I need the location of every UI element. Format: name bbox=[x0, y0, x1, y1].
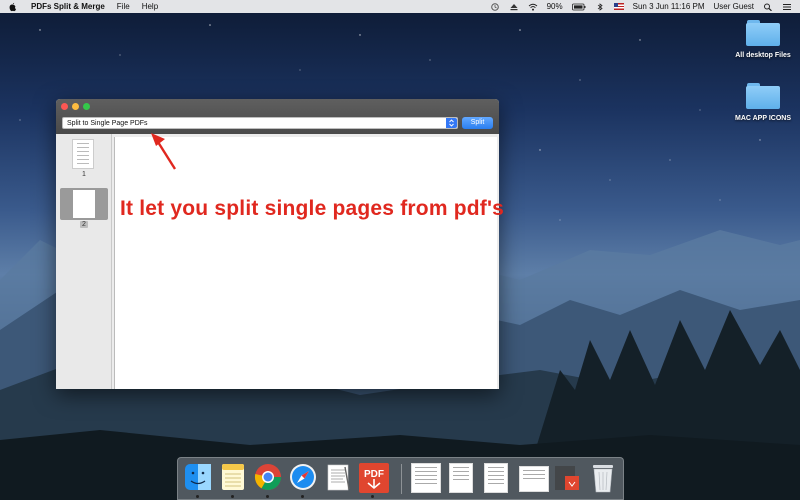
close-button[interactable] bbox=[61, 103, 68, 110]
bluetooth-icon[interactable] bbox=[595, 2, 605, 11]
annotation-arrow-icon bbox=[151, 133, 177, 170]
split-mode-value: Split to Single Page PDFs bbox=[67, 120, 148, 127]
battery-percent: 90% bbox=[546, 2, 563, 11]
document-icon bbox=[411, 463, 441, 493]
page-number-1: 1 bbox=[82, 171, 86, 178]
running-indicator bbox=[266, 495, 269, 498]
desktop-icon-label: MAC APP ICONS bbox=[734, 115, 791, 122]
running-indicator bbox=[301, 495, 304, 498]
dock-divider bbox=[401, 464, 402, 494]
desktop-icon-all-files[interactable]: All desktop Files bbox=[728, 20, 798, 59]
desktop-icon-label: All desktop Files bbox=[735, 52, 791, 59]
minimize-button[interactable] bbox=[72, 103, 79, 110]
split-mode-select[interactable]: Split to Single Page PDFs bbox=[62, 117, 458, 129]
annotation-text: It let you split single pages from pdf's bbox=[120, 197, 505, 220]
page-thumbnail-1[interactable] bbox=[72, 139, 94, 169]
apple-icon[interactable] bbox=[8, 2, 17, 12]
page-thumbnail-2 bbox=[73, 190, 95, 218]
chevron-up-down-icon bbox=[446, 118, 457, 128]
folder-icon bbox=[746, 20, 780, 46]
safari-icon bbox=[290, 464, 316, 490]
running-indicator bbox=[371, 495, 374, 498]
timemachine-icon[interactable] bbox=[490, 2, 500, 11]
dock-document-3[interactable] bbox=[481, 462, 511, 494]
trash-icon bbox=[593, 465, 613, 493]
menu-app-name[interactable]: PDFs Split & Merge bbox=[31, 2, 105, 11]
menu-datetime[interactable]: Sun 3 Jun 11:16 PM bbox=[633, 2, 705, 11]
folder-icon bbox=[746, 83, 780, 109]
document-icon bbox=[449, 463, 473, 493]
pdf-preview-area[interactable] bbox=[114, 137, 497, 389]
menu-help[interactable]: Help bbox=[142, 2, 158, 11]
split-button[interactable]: Split bbox=[462, 117, 493, 129]
pdf-split-merge-icon: PDF bbox=[359, 463, 389, 493]
spotlight-search-icon[interactable] bbox=[763, 3, 773, 11]
pdf-app-label: PDF bbox=[364, 469, 384, 480]
page-number-2: 2 bbox=[56, 221, 112, 228]
wifi-icon[interactable] bbox=[528, 3, 538, 11]
desktop-icon-mac-app-icons[interactable]: MAC APP ICONS bbox=[728, 83, 798, 122]
dock: PDF bbox=[177, 457, 624, 500]
menu-user[interactable]: User Guest bbox=[714, 2, 754, 11]
preview-icon bbox=[519, 466, 549, 492]
dock-safari[interactable] bbox=[288, 462, 318, 498]
eject-icon[interactable] bbox=[509, 3, 519, 11]
menu-file[interactable]: File bbox=[117, 2, 130, 11]
dock-pdf-split-merge[interactable]: PDF bbox=[358, 462, 389, 498]
notes-icon bbox=[222, 464, 244, 490]
finder-icon bbox=[185, 464, 211, 490]
document-icon bbox=[484, 463, 508, 493]
dock-document-1[interactable] bbox=[408, 462, 441, 494]
dock-preview[interactable] bbox=[516, 462, 549, 494]
battery-icon[interactable] bbox=[571, 3, 586, 11]
dock-finder[interactable] bbox=[183, 462, 213, 498]
zoom-button[interactable] bbox=[83, 103, 90, 110]
window-titlebar[interactable]: Split to Single Page PDFs Split bbox=[56, 99, 499, 134]
window-controls bbox=[61, 103, 90, 110]
page-number-2-label: 2 bbox=[80, 221, 88, 228]
pdf-file-icon bbox=[555, 466, 579, 490]
running-indicator bbox=[196, 495, 199, 498]
notification-center-icon[interactable] bbox=[782, 3, 792, 11]
menu-status-area: 90% Sun 3 Jun 11:16 PM User Guest bbox=[490, 2, 792, 11]
running-indicator bbox=[231, 495, 234, 498]
dock-pdf-file[interactable] bbox=[551, 462, 581, 494]
app-window: Split to Single Page PDFs Split 1 2 bbox=[56, 99, 499, 389]
dock-trash[interactable] bbox=[588, 462, 618, 494]
input-source-flag-icon[interactable] bbox=[613, 3, 624, 10]
dock-textedit[interactable] bbox=[323, 462, 353, 494]
menu-bar: PDFs Split & Merge File Help 90% Sun 3 J… bbox=[0, 0, 800, 13]
chrome-icon bbox=[254, 464, 282, 491]
page-thumbnails-sidebar: 1 2 bbox=[56, 134, 112, 389]
page-thumbnail-2-selected[interactable] bbox=[60, 188, 108, 220]
dock-document-2[interactable] bbox=[446, 462, 476, 494]
dock-notes[interactable] bbox=[218, 462, 248, 498]
textedit-icon bbox=[327, 464, 350, 491]
dock-chrome[interactable] bbox=[253, 462, 283, 498]
